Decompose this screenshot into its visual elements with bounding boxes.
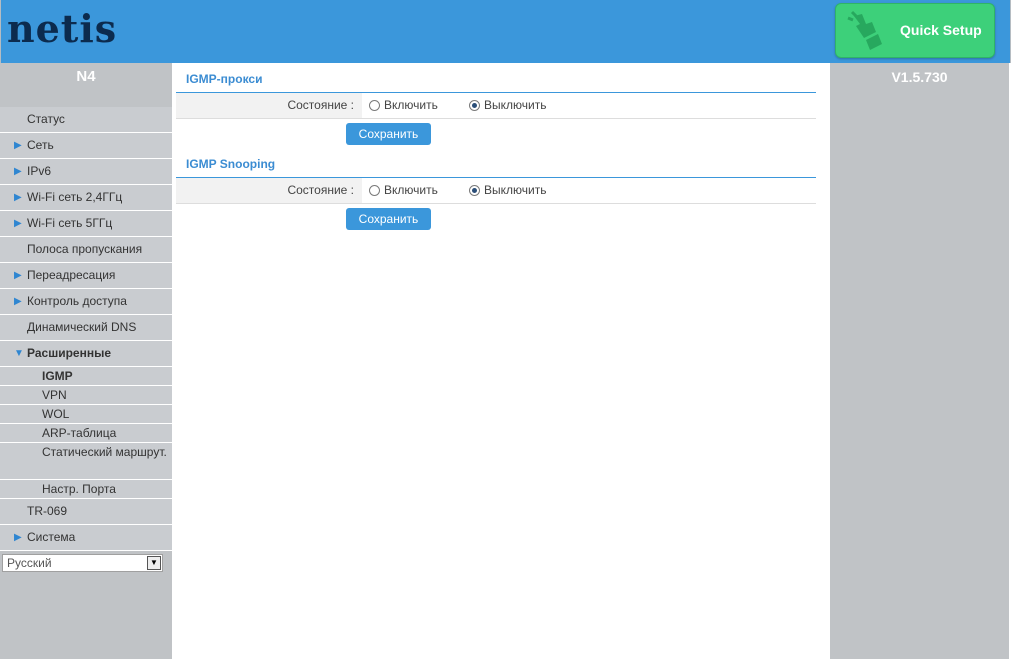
igmp-proxy-title: IGMP-прокси <box>176 63 816 93</box>
sidebar-item-tr069[interactable]: TR-069 <box>0 499 172 525</box>
sidebar-item-label: Wi-Fi сеть 2,4ГГц <box>27 190 123 204</box>
sidebar-item-label: Система <box>27 530 76 544</box>
sidebar-item-ddns[interactable]: Динамический DNS <box>0 315 172 341</box>
sidebar-subitem-static-route[interactable]: Статический маршрут. <box>0 443 172 480</box>
igmp-proxy-radio-group: Включить Выключить <box>369 98 569 112</box>
sidebar-item-access-control[interactable]: ▶ Контроль доступа <box>0 289 172 315</box>
radio-label: Включить <box>384 98 438 112</box>
igmp-snooping-state-row: Состояние : Включить Выключить <box>176 178 816 204</box>
triangle-right-icon: ▶ <box>14 140 22 151</box>
igmp-snooping-state-label: Состояние : <box>176 178 362 203</box>
hand-pointer-icon <box>847 10 882 50</box>
triangle-down-icon: ▼ <box>14 348 24 359</box>
triangle-right-icon: ▶ <box>14 166 22 177</box>
radio-label: Включить <box>384 183 438 197</box>
sidebar-subitem-vpn[interactable]: VPN <box>0 386 172 405</box>
sidebar-item-wifi-5[interactable]: ▶ Wi-Fi сеть 5ГГц <box>0 211 172 237</box>
sidebar-item-label: TR-069 <box>27 504 68 518</box>
model-name: N4 <box>76 68 96 85</box>
netis-logo: netis <box>7 6 118 51</box>
radio-on-icon <box>469 99 480 111</box>
sidebar-subitem-igmp[interactable]: IGMP <box>0 367 172 386</box>
igmp-proxy-disable-radio[interactable]: Выключить <box>469 98 569 112</box>
sidebar-item-label: Переадресация <box>27 268 116 282</box>
sidebar-item-label: Расширенные <box>27 346 111 360</box>
sidebar-item-ipv6[interactable]: ▶ IPv6 <box>0 159 172 185</box>
triangle-right-icon: ▶ <box>14 192 22 203</box>
igmp-snooping-title: IGMP Snooping <box>176 148 816 178</box>
igmp-snooping-disable-radio[interactable]: Выключить <box>469 183 569 197</box>
quick-setup-button[interactable]: Quick Setup <box>835 3 995 58</box>
radio-on-icon <box>469 184 480 196</box>
sidebar-item-wifi-24[interactable]: ▶ Wi-Fi сеть 2,4ГГц <box>0 185 172 211</box>
sidebar-item-label: Сеть <box>27 138 54 152</box>
sidebar-subitem-wol[interactable]: WOL <box>0 405 172 424</box>
triangle-right-icon: ▶ <box>14 296 22 307</box>
language-select[interactable]: Русский ▼ <box>2 554 163 572</box>
quick-setup-label: Quick Setup <box>900 22 982 38</box>
sidebar-subitem-arp[interactable]: ARP-таблица <box>0 424 172 443</box>
firmware-version: V1.5.730 <box>891 69 948 85</box>
top-header: netis Quick Setup <box>0 0 1011 63</box>
sidebar-item-label: Статус <box>27 112 65 126</box>
igmp-proxy-save-button[interactable]: Сохранить <box>346 123 431 145</box>
sidebar-item-system[interactable]: ▶ Система <box>0 525 172 551</box>
radio-off-icon <box>369 184 380 196</box>
triangle-right-icon: ▶ <box>14 270 22 281</box>
language-value: Русский <box>7 556 52 570</box>
radio-label: Выключить <box>484 183 547 197</box>
radio-off-icon <box>369 99 380 111</box>
igmp-proxy-button-row: Сохранить <box>176 119 816 148</box>
igmp-proxy-state-row: Состояние : Включить Выключить <box>176 93 816 119</box>
igmp-snooping-button-row: Сохранить <box>176 204 816 233</box>
sidebar-item-label: IPv6 <box>27 164 52 178</box>
sidebar-item-label: Динамический DNS <box>27 320 137 334</box>
igmp-snooping-radio-group: Включить Выключить <box>369 183 569 197</box>
triangle-right-icon: ▶ <box>14 218 22 229</box>
sidebar: N4 Статус ▶ Сеть ▶ IPv6 ▶ Wi-Fi сеть 2,4… <box>0 63 172 659</box>
sidebar-item-label: Полоса пропускания <box>27 242 143 256</box>
sidebar-item-network[interactable]: ▶ Сеть <box>0 133 172 159</box>
sidebar-menu: Статус ▶ Сеть ▶ IPv6 ▶ Wi-Fi сеть 2,4ГГц… <box>0 107 172 575</box>
right-panel: V1.5.730 <box>830 63 1009 659</box>
sidebar-item-advanced[interactable]: ▼ Расширенные <box>0 341 172 367</box>
dropdown-arrow-icon: ▼ <box>147 556 161 570</box>
radio-label: Выключить <box>484 98 547 112</box>
igmp-snooping-save-button[interactable]: Сохранить <box>346 208 431 230</box>
main-content: IGMP-прокси Состояние : Включить Выключи… <box>176 63 816 233</box>
language-row: Русский ▼ <box>0 551 172 575</box>
sidebar-item-status[interactable]: Статус <box>0 107 172 133</box>
igmp-proxy-enable-radio[interactable]: Включить <box>369 98 469 112</box>
sidebar-item-bandwidth[interactable]: Полоса пропускания <box>0 237 172 263</box>
sidebar-subitem-port-settings[interactable]: Настр. Порта <box>0 480 172 499</box>
sidebar-item-forwarding[interactable]: ▶ Переадресация <box>0 263 172 289</box>
igmp-snooping-enable-radio[interactable]: Включить <box>369 183 469 197</box>
sidebar-item-label: Wi-Fi сеть 5ГГц <box>27 216 113 230</box>
triangle-right-icon: ▶ <box>14 532 22 543</box>
sidebar-item-label: Контроль доступа <box>27 294 127 308</box>
igmp-proxy-state-label: Состояние : <box>176 93 362 118</box>
